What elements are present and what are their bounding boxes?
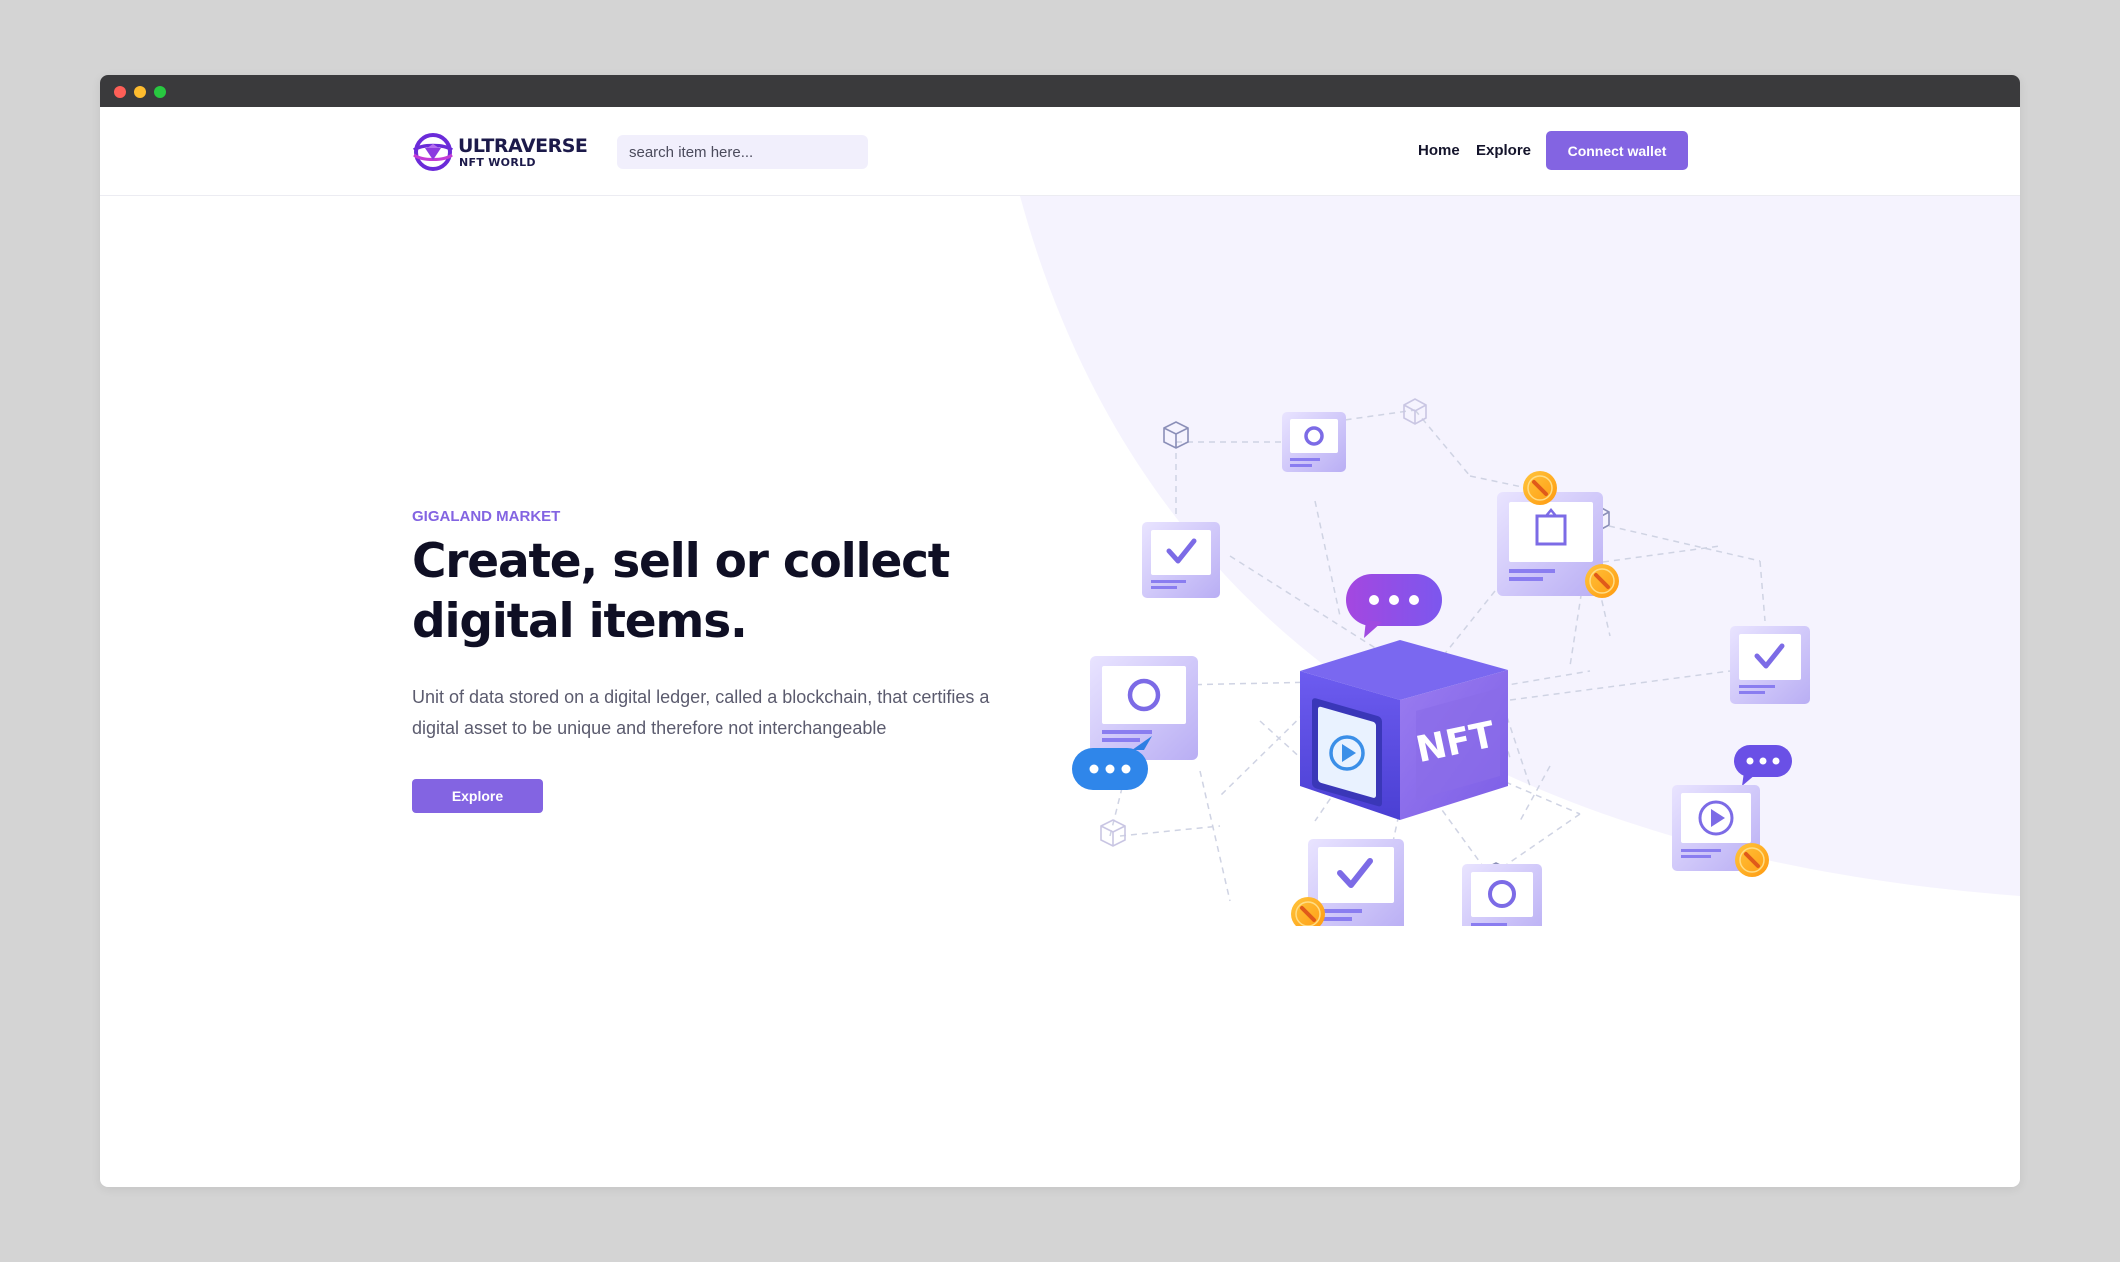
hero-headline: Create, sell or collect digital items. xyxy=(412,534,950,649)
wireframe-cube-icon xyxy=(1163,421,1189,449)
chat-bubble-icon xyxy=(1346,574,1442,638)
minimize-window-icon[interactable] xyxy=(134,86,146,98)
checkmark-card-icon xyxy=(1142,522,1220,598)
nav-home-link[interactable]: Home xyxy=(1418,139,1460,163)
circle-card-icon xyxy=(1282,412,1346,472)
hero-eyebrow: GIGALAND MARKET xyxy=(412,508,561,525)
top-navbar: ULTRAVERSE NFT WORLD Home Explore Connec… xyxy=(100,107,2020,196)
link-coin-icon xyxy=(1523,471,1557,505)
hero-description: Unit of data stored on a digital ledger,… xyxy=(412,687,990,738)
link-coin-icon xyxy=(1585,564,1619,598)
hero-section: GIGALAND MARKET Create, sell or collect … xyxy=(100,196,2020,1187)
chat-bubble-icon xyxy=(1734,745,1792,786)
logo-title: ULTRAVERSE xyxy=(458,134,588,157)
window-titlebar xyxy=(100,75,2020,107)
nft-network-illustration: NFT xyxy=(1072,398,1810,926)
nav-explore-link[interactable]: Explore xyxy=(1476,139,1531,163)
site-logo[interactable]: ULTRAVERSE NFT WORLD xyxy=(412,132,588,172)
circle-card-icon xyxy=(1462,864,1542,926)
search-input[interactable] xyxy=(617,135,868,169)
wireframe-cube-icon xyxy=(1403,398,1427,425)
maximize-window-icon[interactable] xyxy=(154,86,166,98)
browser-window: ULTRAVERSE NFT WORLD Home Explore Connec… xyxy=(100,75,2020,1187)
logo-subtitle: NFT WORLD xyxy=(459,155,536,169)
connect-wallet-button[interactable]: Connect wallet xyxy=(1546,131,1688,170)
hero-explore-button[interactable]: Explore xyxy=(412,779,543,813)
close-window-icon[interactable] xyxy=(114,86,126,98)
ultraverse-logo-icon xyxy=(412,133,454,171)
nft-cube-icon: NFT xyxy=(1300,640,1508,820)
link-coin-icon xyxy=(1735,843,1769,877)
checkmark-card-icon xyxy=(1730,626,1810,704)
